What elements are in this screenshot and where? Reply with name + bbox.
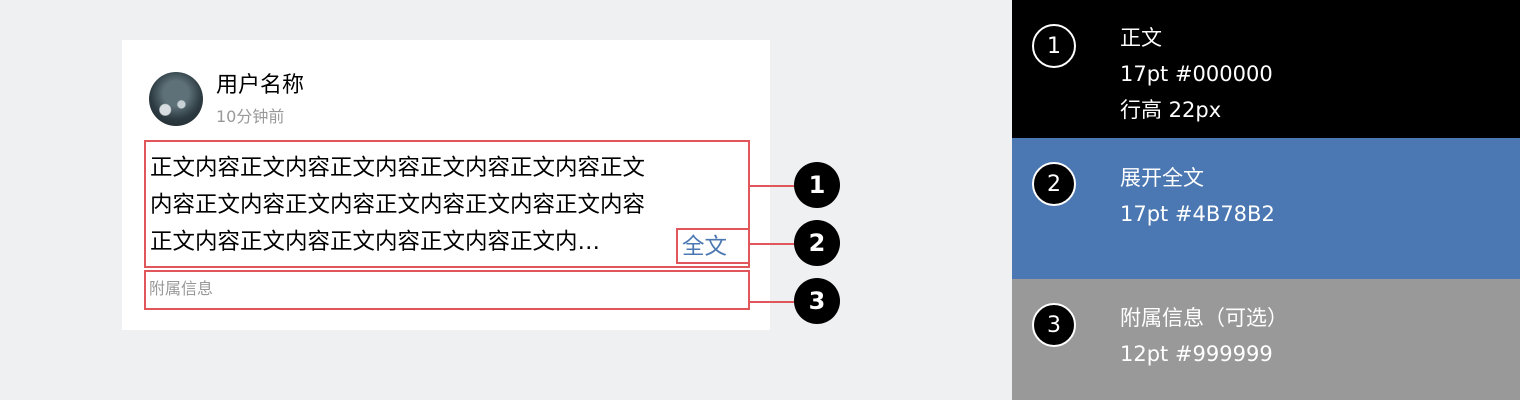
legend-badge: 2 (1032, 162, 1076, 206)
legend-spec: 17pt #4B78B2 (1120, 202, 1275, 226)
callout-badge-1: 1 (794, 162, 840, 208)
legend-badge: 1 (1032, 24, 1076, 68)
annotation-box-attachment (144, 270, 750, 310)
legend-spec: 17pt #000000 (1120, 62, 1273, 86)
legend-title: 附属信息（可选） (1120, 306, 1288, 330)
username[interactable]: 用户名称 (216, 71, 304, 101)
callout-badge-2: 2 (794, 220, 840, 266)
legend-title: 正文 (1120, 26, 1162, 50)
post-time: 10分钟前 (216, 107, 285, 126)
avatar[interactable] (149, 72, 203, 126)
annotation-leader (750, 243, 796, 245)
legend-spec: 12pt #999999 (1120, 342, 1273, 366)
annotation-box-expand (676, 228, 750, 264)
legend-panel-body: 1 正文 17pt #000000 行高 22px (1012, 0, 1520, 138)
annotation-box-body (144, 140, 750, 268)
legend-panel-attachment: 3 附属信息（可选） 12pt #999999 (1012, 279, 1520, 400)
legend-panel-expand: 2 展开全文 17pt #4B78B2 (1012, 138, 1520, 279)
annotation-leader (750, 301, 796, 303)
legend-title: 展开全文 (1120, 166, 1204, 190)
callout-badge-3: 3 (794, 278, 840, 324)
legend-badge: 3 (1032, 303, 1076, 347)
legend-extra: 行高 22px (1120, 98, 1222, 122)
annotation-leader (750, 185, 796, 187)
